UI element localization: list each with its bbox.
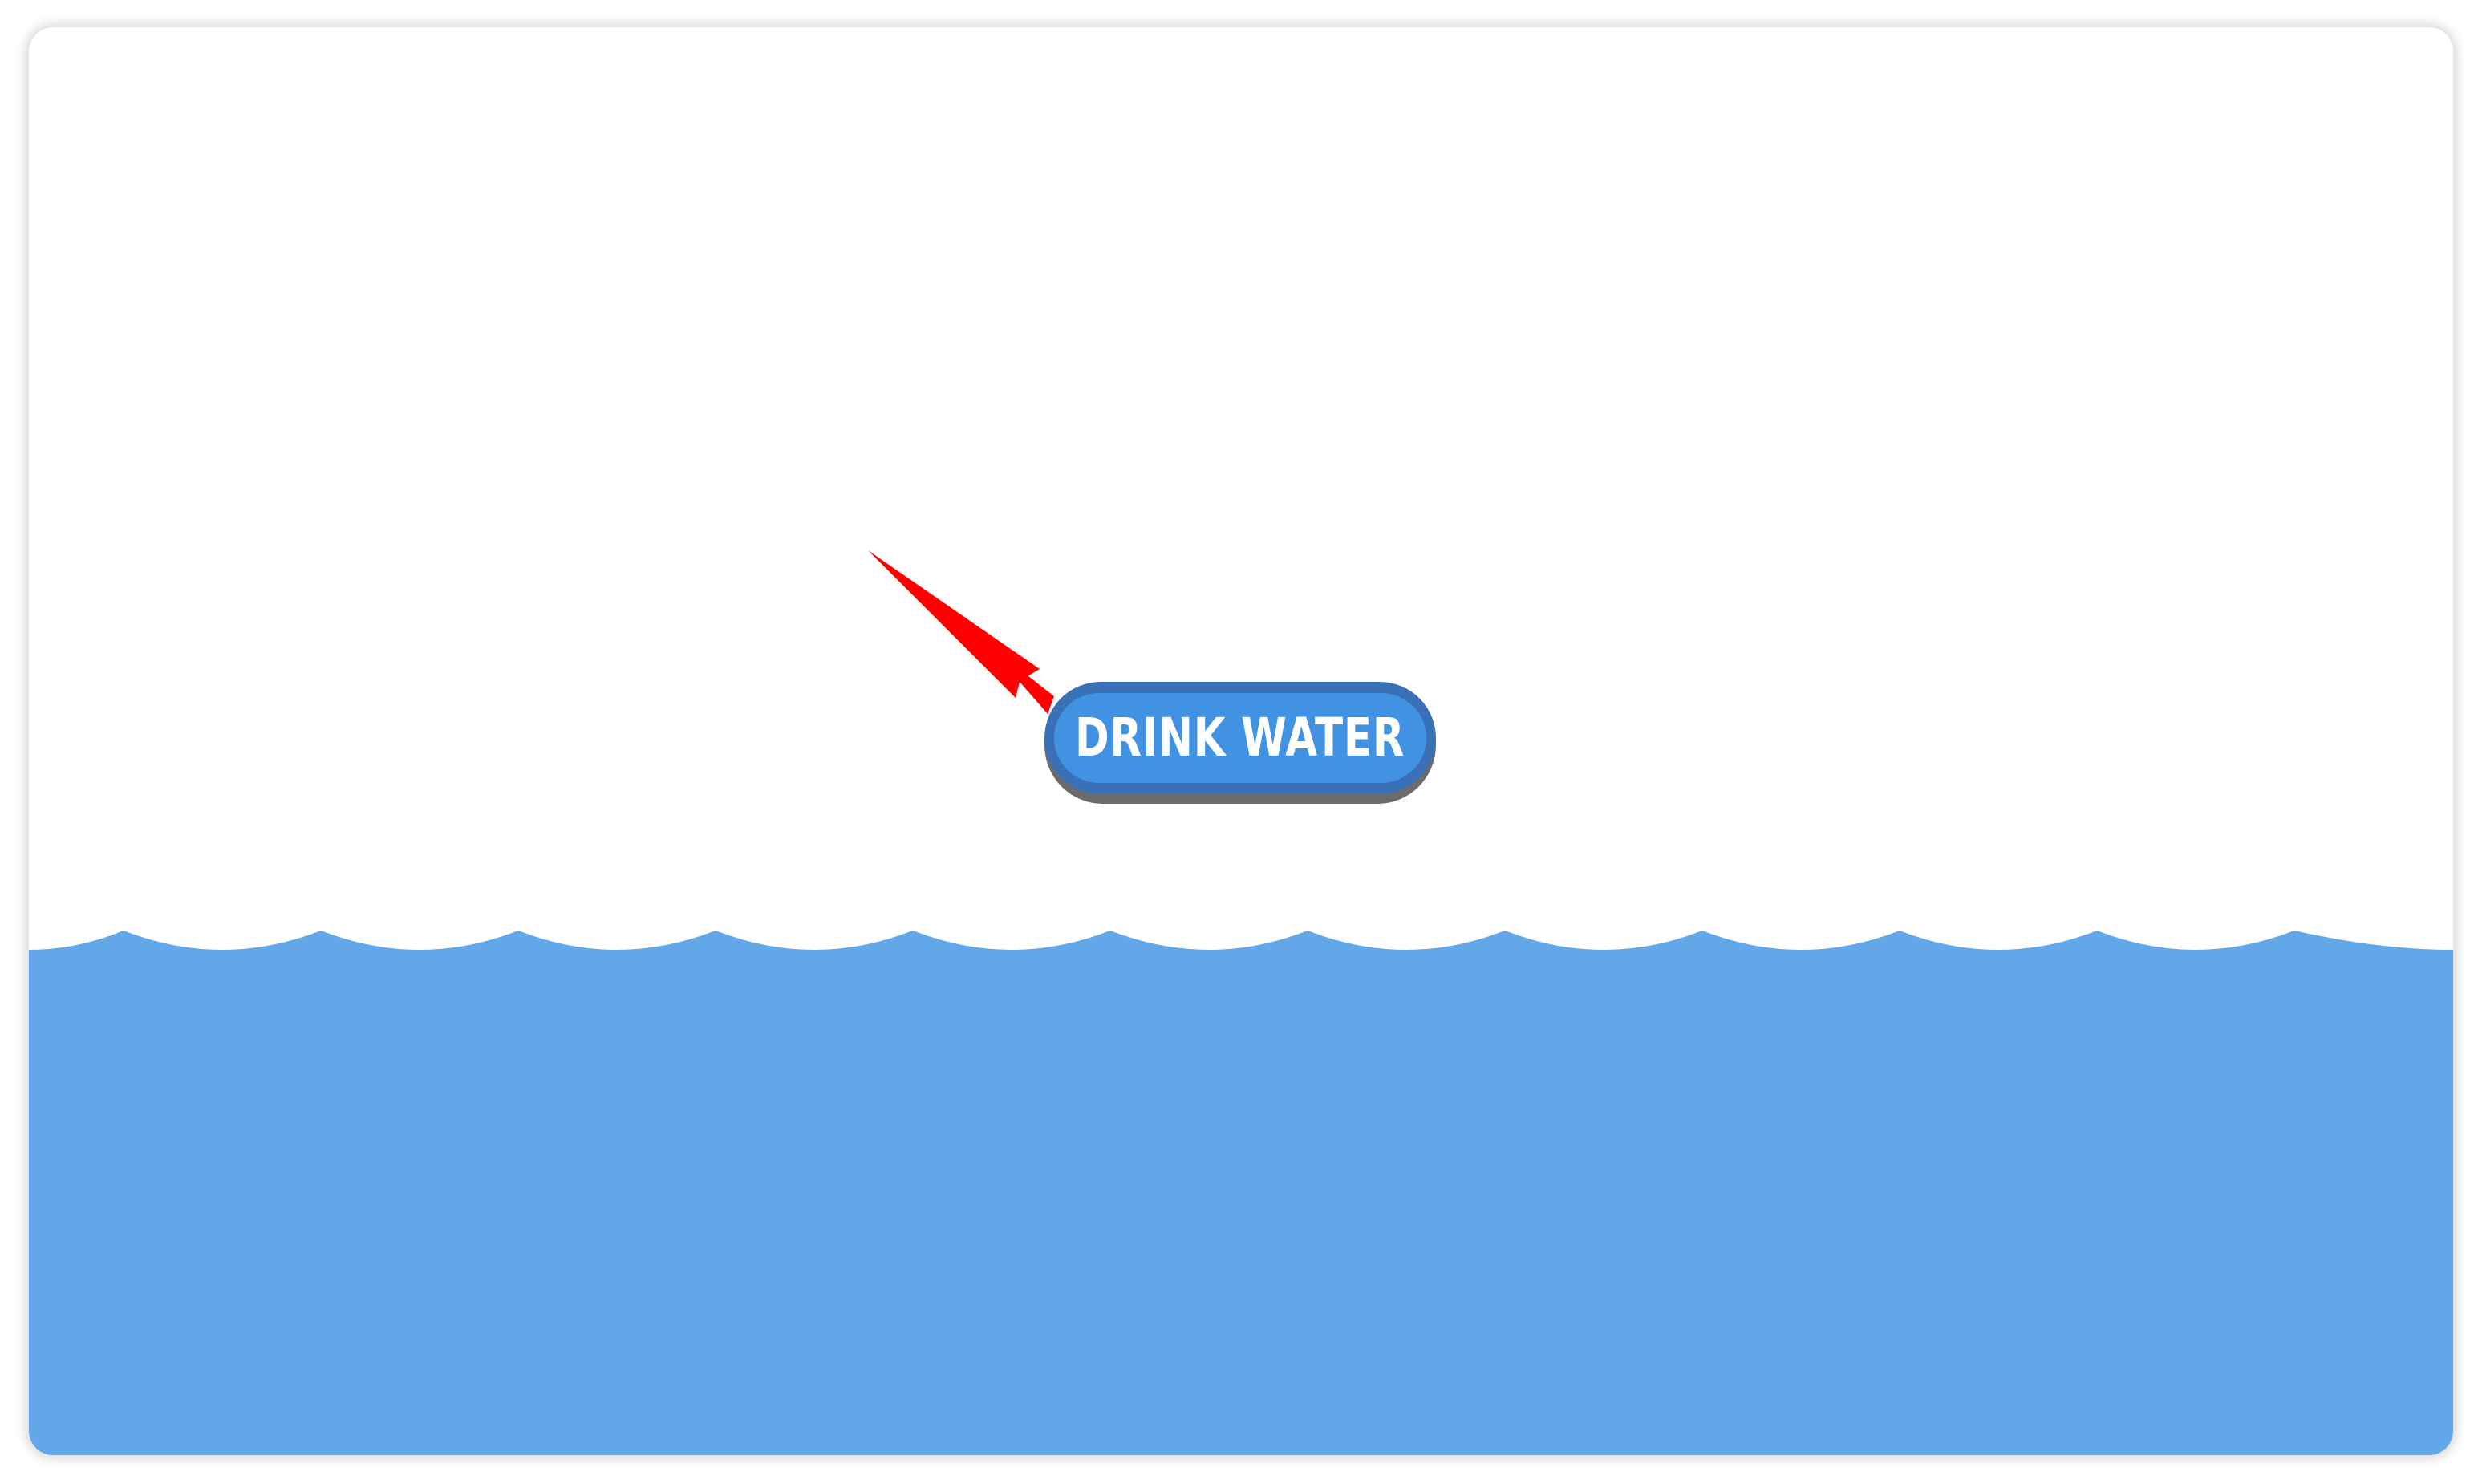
drink-water-button-face[interactable]: DRINK WATER [1054,693,1426,783]
app-window: DRINK WATER [29,27,2453,1455]
water-waves-svg [29,931,2453,1455]
water-waves [29,931,2453,1455]
drink-water-button-label: DRINK WATER [1075,707,1405,768]
drink-water-button[interactable]: DRINK WATER [1044,682,1436,794]
